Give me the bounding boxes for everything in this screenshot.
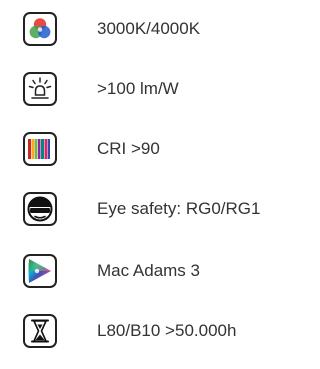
spec-label-efficacy: >100 lm/W xyxy=(97,79,179,98)
spec-row-efficacy: >100 lm/W xyxy=(0,72,299,116)
spec-list: 3000K/4000K >100 lm/W CRI >90 Eye safety… xyxy=(0,0,299,369)
chromaticity-diagram-icon xyxy=(23,254,57,288)
spec-row-eye-safety: Eye safety: RG0/RG1 xyxy=(0,192,299,236)
spec-label-lifetime: L80/B10 >50.000h xyxy=(97,321,237,340)
spec-row-lifetime: L80/B10 >50.000h xyxy=(0,314,299,358)
spec-label-mac-adams: Mac Adams 3 xyxy=(97,261,200,280)
spec-label-eye-safety: Eye safety: RG0/RG1 xyxy=(97,199,261,218)
light-bulb-icon xyxy=(23,72,57,106)
color-rendering-bars-icon xyxy=(23,132,57,166)
spec-row-cri: CRI >90 xyxy=(0,132,299,176)
spec-row-color-temperature: 3000K/4000K xyxy=(0,12,299,56)
hourglass-icon xyxy=(23,314,57,348)
face-with-sunglasses-icon xyxy=(23,192,57,226)
spec-label-color-temperature: 3000K/4000K xyxy=(97,19,201,38)
rgb-color-mix-icon xyxy=(23,12,57,46)
spec-label-cri: CRI >90 xyxy=(97,139,160,158)
spec-row-mac-adams: Mac Adams 3 xyxy=(0,254,299,298)
